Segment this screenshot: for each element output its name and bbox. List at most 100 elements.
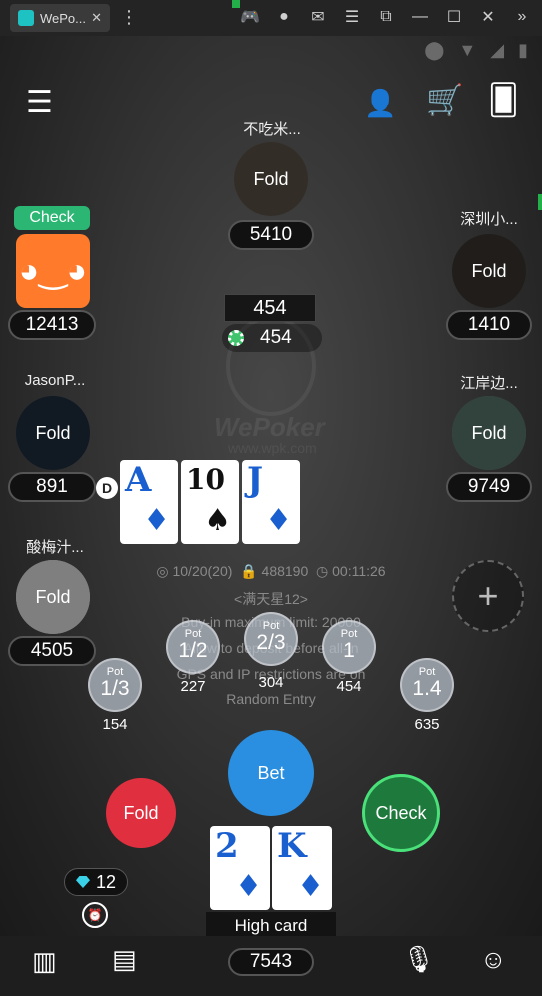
board-card: J ♦ — [242, 460, 300, 544]
player-status: Fold — [35, 422, 71, 443]
pot-fraction: 2/3 — [256, 631, 286, 654]
table-timer: 00:11:26 — [332, 563, 386, 579]
gamepad-icon[interactable]: 🎮 — [240, 6, 260, 28]
avatar-face-icon: ◕‿◕ — [18, 252, 88, 290]
player-seat-top[interactable]: 不吃米... — [222, 118, 322, 139]
blinds-icon: ◎ — [156, 563, 169, 579]
card-rank: K — [277, 826, 307, 866]
logo-url: www.wpk.com — [228, 440, 317, 456]
player-stack: 5410 — [228, 220, 314, 250]
location-icon: ⬤ — [424, 40, 445, 60]
diamond-suit-icon: ♦ — [297, 869, 324, 904]
player-avatar[interactable]: Fold — [16, 396, 90, 470]
player-name: JasonP... — [24, 372, 86, 389]
signal-icon: ◢ — [490, 40, 505, 60]
player-seat-left-bottom[interactable]: 酸梅汁... — [10, 536, 100, 557]
pot-full-button[interactable]: Pot 1 — [322, 620, 376, 674]
account-icon[interactable]: ● — [274, 6, 294, 28]
player-stack: 9749 — [446, 472, 532, 502]
check-action-badge: Check — [14, 206, 90, 230]
bet-button[interactable]: Bet — [228, 730, 314, 816]
shop-cart-icon[interactable]: 🛒 — [426, 86, 463, 116]
dealer-button: D — [96, 477, 118, 499]
card-rank: 10 — [186, 463, 225, 496]
board-card: 10 ♠ — [181, 460, 239, 544]
close-icon[interactable]: ✕ — [478, 6, 498, 28]
pot-amount: 635 — [414, 716, 440, 733]
window-titlebar: WePo... ✕ ⋮ 🎮 ● ✉ ☰ ⧉ — ☐ ✕ » — [0, 0, 542, 36]
side-indicator — [538, 194, 542, 210]
card-rank: J — [247, 460, 264, 500]
popout-icon[interactable]: ⧉ — [376, 6, 396, 28]
app-icon — [18, 10, 34, 26]
player-seat-left-middle[interactable]: JasonP... — [10, 372, 100, 389]
spade-suit-icon: ♠ — [204, 503, 231, 538]
mail-icon[interactable]: ✉ — [308, 6, 328, 28]
chat-icon[interactable]: ▤ — [112, 944, 137, 975]
menu-icon[interactable]: ☰ — [342, 6, 362, 28]
player-avatar[interactable]: Fold — [452, 396, 526, 470]
pot-half-button[interactable]: Pot 1/2 — [166, 620, 220, 674]
pot-amount: 304 — [258, 674, 284, 691]
pot-fraction: 1 — [343, 639, 355, 662]
maximize-icon[interactable]: ☐ — [444, 6, 464, 28]
emoji-icon[interactable]: ☺ — [480, 944, 507, 975]
app-tab[interactable]: WePo... ✕ — [10, 4, 110, 32]
chip-icon — [228, 330, 244, 346]
player-stack: 12413 — [8, 310, 96, 340]
add-seat-button[interactable]: + — [452, 560, 524, 632]
player-name: 不吃米... — [243, 121, 301, 138]
gem-balance[interactable]: 12 — [64, 868, 128, 896]
rule-entry: Random Entry — [226, 691, 316, 707]
diamond-suit-icon: ♦ — [143, 503, 170, 538]
wifi-icon: ▼ — [458, 40, 477, 60]
card-rank: 2 — [215, 826, 239, 866]
pot-chips: 454 — [222, 324, 322, 352]
minimize-icon[interactable]: — — [410, 6, 430, 28]
logo-text: WePoker — [214, 412, 325, 442]
player-status: Fold — [471, 422, 507, 443]
cards-icon[interactable]: 🂠 — [488, 86, 519, 116]
microphone-icon[interactable]: 🎙 — [402, 944, 435, 975]
pot-1-4-button[interactable]: Pot 1.4 — [400, 658, 454, 712]
hero-stack: 7543 — [228, 948, 314, 976]
pot-fraction: 1.4 — [412, 677, 442, 700]
more-icon[interactable]: ⋮ — [120, 8, 138, 26]
lock-icon: 🔒 — [240, 563, 258, 579]
pot-amount: 454 — [336, 678, 362, 695]
add-friend-icon[interactable]: 👤 — [364, 88, 396, 118]
player-avatar[interactable]: Fold — [452, 234, 526, 308]
player-name: 酸梅汁... — [26, 539, 84, 556]
diamond-suit-icon: ♦ — [265, 503, 292, 538]
indicator-icon — [232, 0, 240, 8]
hamburger-menu-icon[interactable]: ☰ — [26, 88, 53, 118]
fold-button[interactable]: Fold — [106, 778, 176, 848]
player-seat-right-middle[interactable]: 江岸边... — [444, 372, 534, 393]
gem-icon — [75, 876, 90, 888]
player-avatar[interactable]: ◕‿◕ — [16, 234, 90, 308]
battery-icon: ▮ — [518, 40, 528, 60]
pot-third-button[interactable]: Pot 1/3 — [88, 658, 142, 712]
pot-amount: 154 — [102, 716, 128, 733]
diamond-suit-icon: ♦ — [235, 869, 262, 904]
board-card: A ♦ — [120, 460, 178, 544]
blinds: 10/20(20) — [172, 563, 233, 579]
stats-icon[interactable]: ▥ — [32, 946, 57, 977]
app-tab-title: WePo... — [40, 10, 87, 26]
tab-close-icon[interactable]: ✕ — [91, 10, 102, 26]
room-id: 488190 — [261, 563, 309, 579]
collapse-icon[interactable]: » — [512, 6, 532, 28]
time-bank-icon[interactable]: ⏰ — [82, 902, 108, 928]
pot-two-thirds-button[interactable]: Pot 2/3 — [244, 612, 298, 666]
player-name: 江岸边... — [460, 375, 518, 392]
pot-total: 454 — [224, 294, 316, 322]
check-button[interactable]: Check — [362, 774, 440, 852]
player-stack: 891 — [8, 472, 96, 502]
pot-fraction: 1/2 — [178, 639, 208, 662]
pot-fraction: 1/3 — [100, 677, 130, 700]
player-seat-right-top[interactable]: 深圳小... — [444, 208, 534, 229]
player-stack: 1410 — [446, 310, 532, 340]
player-avatar[interactable]: Fold — [234, 142, 308, 216]
status-bar: ⬤ ▼ ◢ ▮ — [424, 40, 528, 61]
pot-chip-amount: 454 — [260, 327, 292, 348]
